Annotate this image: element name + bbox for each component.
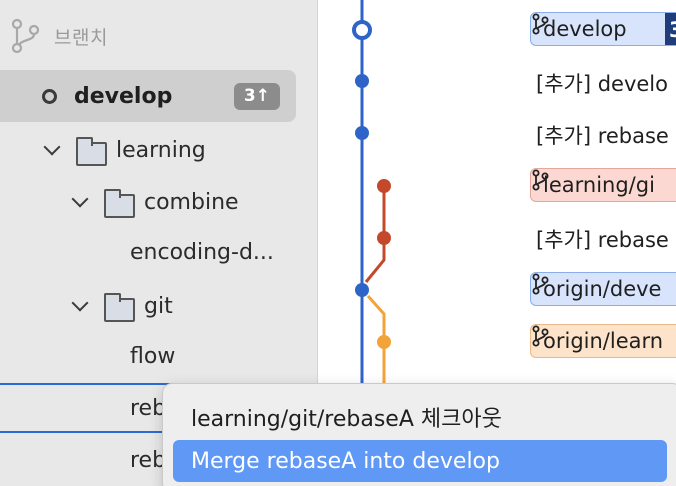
commit-node[interactable] — [377, 231, 391, 245]
branch-tag-develop[interactable]: develop 3 — [530, 12, 676, 46]
branch-icon — [11, 18, 40, 54]
folder-icon — [104, 189, 135, 218]
menu-item-checkout[interactable]: learning/git/rebaseA 체크아웃 — [173, 396, 667, 438]
branch-tag-learning[interactable]: learning/gi — [530, 168, 676, 202]
ahead-count-badge: 3↑ — [233, 83, 280, 110]
tree-item-learning[interactable]: learning — [116, 138, 206, 163]
ahead-count: 3 — [665, 13, 676, 45]
folder-icon — [76, 137, 107, 166]
tree-item-git[interactable]: git — [144, 294, 173, 319]
commit-node[interactable] — [355, 283, 369, 297]
branch-icon — [532, 325, 549, 347]
branch-tag-label: origin/learn — [543, 329, 664, 353]
folder-icon — [104, 293, 135, 322]
branches-label: 브랜치 — [54, 26, 108, 49]
branches-section-header[interactable]: 브랜치 — [10, 14, 108, 58]
branch-icon — [532, 169, 549, 191]
tree-item-rebase-a[interactable]: reb — [130, 396, 166, 421]
branch-tag-origin-learning[interactable]: origin/learn — [530, 324, 676, 358]
tree-item-flow[interactable]: flow — [130, 344, 175, 369]
branch-tag-label: learning/gi — [543, 173, 655, 197]
commit-node[interactable] — [355, 74, 369, 88]
commit-message[interactable]: [추가] rebase — [536, 224, 669, 254]
tree-item-combine[interactable]: combine — [144, 190, 239, 215]
current-branch-dot-icon — [42, 89, 57, 104]
branch-tag-label: develop — [543, 17, 627, 41]
commit-message[interactable]: [추가] rebase — [536, 120, 669, 150]
context-menu: learning/git/rebaseA 체크아웃 Merge rebaseA … — [162, 383, 676, 486]
tree-item-encoding[interactable]: encoding-d... — [130, 240, 274, 265]
chevron-down-icon[interactable] — [43, 138, 61, 156]
menu-item-merge[interactable]: Merge rebaseA into develop — [173, 440, 667, 482]
chevron-down-icon[interactable] — [71, 190, 89, 208]
head-commit-node[interactable] — [352, 20, 372, 40]
commit-message[interactable]: [추가] develo — [536, 68, 668, 98]
chevron-down-icon[interactable] — [71, 294, 89, 312]
branch-icon — [532, 13, 549, 35]
branch-tag-label: origin/deve — [543, 277, 662, 301]
commit-node[interactable] — [377, 335, 391, 349]
commit-node[interactable] — [355, 126, 369, 140]
branch-icon — [532, 273, 549, 295]
commit-node[interactable] — [377, 179, 391, 193]
current-branch-row[interactable]: develop 3↑ — [0, 70, 296, 122]
branch-tag-origin-develop[interactable]: origin/deve — [530, 272, 676, 306]
current-branch-name: develop — [74, 83, 173, 109]
tree-item-rebase-b[interactable]: reb — [130, 448, 166, 473]
